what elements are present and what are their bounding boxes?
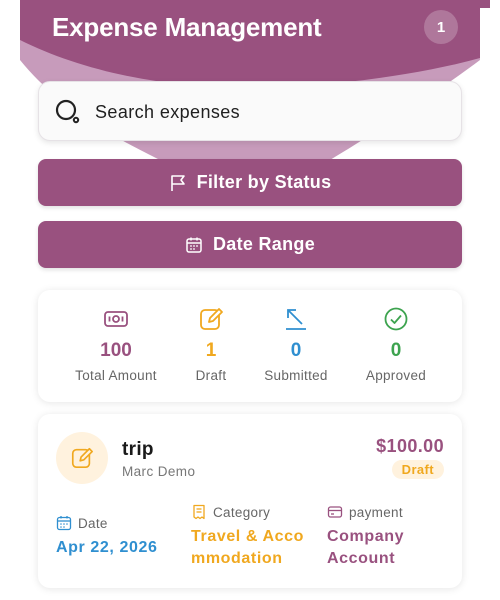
date-meta-label: Date: [56, 515, 108, 531]
stat-total-amount[interactable]: 100 Total Amount: [63, 306, 169, 383]
stat-value: 0: [390, 340, 402, 361]
date-range-button[interactable]: Date Range: [38, 221, 462, 268]
expense-category-line2: mmodation: [191, 550, 283, 567]
upload-arrow-icon: [286, 309, 306, 330]
summary-stats-card: 100 Total Amount 1 Draft 0 Submitted 0 A…: [38, 290, 462, 402]
expense-amount: $100.00: [376, 436, 444, 456]
expense-card[interactable]: trip Marc Demo $100.00 Draft Date Apr 22…: [38, 414, 462, 588]
stat-label: Submitted: [264, 368, 328, 383]
flag-icon: [170, 174, 185, 191]
check-circle-icon: [384, 307, 408, 331]
money-icon: [104, 311, 128, 327]
payment-label: payment: [349, 504, 403, 520]
expense-category-line1: Travel & Acco: [191, 528, 305, 545]
stat-value: 100: [100, 340, 132, 361]
expense-employee: Marc Demo: [122, 464, 196, 479]
search-input[interactable]: [95, 96, 445, 128]
app-screen: Expense Management 1 Filter by Status Da…: [0, 0, 500, 600]
payment-meta-label: payment: [327, 504, 403, 520]
edit-icon: [71, 447, 93, 469]
expense-payment-line2: Account: [327, 550, 396, 567]
expense-title: trip: [122, 439, 154, 460]
filter-button-label: Filter by Status: [196, 172, 332, 192]
category-meta-label: Category: [191, 504, 270, 520]
calendar-icon: [186, 237, 202, 253]
stat-submitted[interactable]: 0 Submitted: [243, 306, 349, 383]
filter-by-status-button[interactable]: Filter by Status: [38, 159, 462, 206]
page-title: Expense Management: [52, 12, 322, 42]
stat-approved[interactable]: 0 Approved: [343, 306, 449, 383]
calendar-icon: [56, 516, 72, 531]
receipt-icon: [193, 504, 205, 520]
expense-avatar: [56, 432, 108, 484]
credit-card-icon: [327, 506, 343, 518]
stat-value: 0: [290, 340, 302, 361]
expense-payment-line1: Company: [327, 528, 405, 545]
search-bar[interactable]: [38, 81, 462, 141]
notification-badge[interactable]: 1: [424, 10, 458, 44]
category-label: Category: [213, 504, 271, 520]
date-label: Date: [78, 515, 108, 531]
stat-label: Total Amount: [75, 368, 157, 383]
status-badge: Draft: [391, 460, 444, 479]
date-range-button-label: Date Range: [212, 234, 316, 254]
stat-label: Approved: [365, 368, 427, 383]
edit-icon: [200, 308, 223, 330]
expense-date: Apr 22, 2026: [56, 539, 158, 556]
search-icon[interactable]: [55, 99, 81, 125]
